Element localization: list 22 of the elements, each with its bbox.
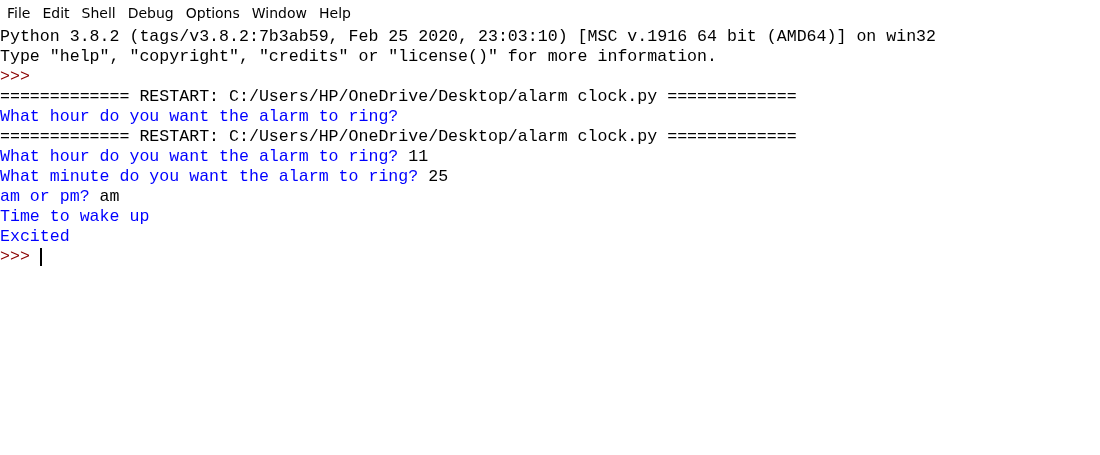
menu-item[interactable]: Help [314, 2, 356, 23]
menu-item[interactable]: Shell [76, 2, 121, 23]
program-output: am or pm? [0, 187, 90, 207]
output-text: Type "help", "copyright", "credits" or "license()" for more information. [0, 47, 717, 67]
menu-item[interactable]: Edit [37, 2, 75, 23]
program-output: Time to wake up [0, 207, 150, 227]
output-text: ============= RESTART: C:/Users/HP/OneDrive/Desktop/alarm clock.py ============= [0, 87, 797, 107]
output-text: Python 3.8.2 (tags/v3.8.2:7b3ab59, Feb 25 2020, 23:03:10) [MSC v.1916 64 bit (AMD64)] on win32 [0, 27, 937, 47]
typed-text: 11 [408, 147, 429, 167]
output-text: ============= RESTART: C:/Users/HP/OneDrive/Desktop/alarm clock.py ============= [0, 127, 797, 147]
program-output: What hour do you want the alarm to ring? [0, 107, 399, 127]
menu-item[interactable]: Options [180, 2, 245, 23]
program-output: What hour do you want the alarm to ring? [0, 147, 399, 167]
menu-item[interactable]: Window [246, 2, 312, 23]
program-output: What minute do you want the alarm to ring? [0, 167, 419, 187]
program-output: Excited [0, 227, 70, 247]
menu-item[interactable]: File [2, 2, 36, 23]
prompt-marker: >>> [0, 247, 30, 267]
typed-text: am [99, 187, 120, 207]
typed-text: 25 [428, 167, 449, 187]
prompt-marker: >>> [0, 67, 30, 87]
menu-item[interactable]: Debug [122, 2, 179, 23]
